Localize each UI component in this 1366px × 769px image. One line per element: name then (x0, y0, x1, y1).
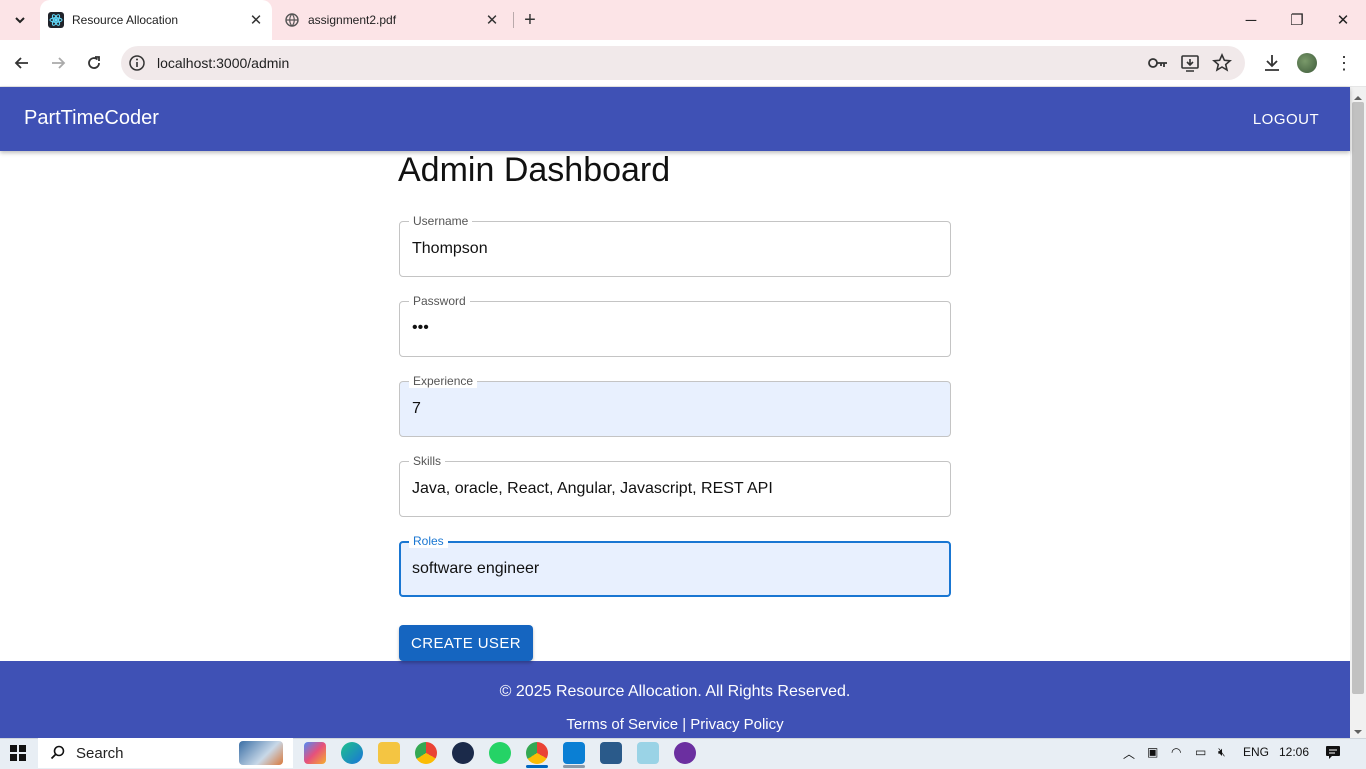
create-user-button[interactable]: CREATE USER (399, 625, 533, 661)
copilot-icon[interactable] (304, 742, 326, 764)
browser-menu-icon[interactable]: ⋮ (1335, 52, 1353, 74)
globe-icon (284, 12, 300, 28)
footer-links[interactable]: Terms of Service | Privacy Policy (0, 716, 1350, 733)
language-indicator[interactable]: ENG (1243, 745, 1269, 759)
eclipse-icon[interactable] (452, 742, 474, 764)
bookmark-star-icon[interactable] (1212, 53, 1232, 73)
reload-button[interactable] (80, 50, 108, 76)
page-title: Admin Dashboard (398, 151, 671, 189)
url-text[interactable]: localhost:3000/admin (157, 55, 289, 71)
chrome-active-icon[interactable] (526, 742, 548, 764)
new-tab-button[interactable]: + (518, 8, 542, 32)
taskbar-search[interactable]: Search (38, 738, 293, 768)
whatsapp-icon[interactable] (489, 742, 511, 764)
scrollbar-thumb[interactable] (1352, 102, 1364, 694)
roles-label: Roles (409, 534, 448, 548)
edge-icon[interactable] (341, 742, 363, 764)
site-info-icon[interactable] (128, 54, 146, 72)
file-explorer-icon[interactable] (378, 742, 400, 764)
password-label: Password (409, 294, 470, 308)
close-tab-icon[interactable]: ✕ (482, 11, 502, 29)
arrow-left-icon (14, 57, 28, 69)
battery-icon[interactable]: ▭ (1195, 745, 1206, 759)
search-icon (50, 745, 65, 760)
scroll-down-arrow-icon[interactable] (1353, 724, 1363, 734)
wifi-icon[interactable]: ◠ (1171, 745, 1181, 759)
username-label: Username (409, 214, 473, 228)
footer-copyright: © 2025 Resource Allocation. All Rights R… (499, 683, 851, 700)
logout-button[interactable]: LOGOUT (1242, 103, 1330, 135)
sql-developer-icon[interactable] (600, 742, 622, 764)
arrow-right-icon (52, 57, 66, 69)
scroll-up-arrow-icon[interactable] (1353, 90, 1363, 100)
experience-label: Experience (409, 374, 478, 388)
password-key-icon[interactable] (1147, 54, 1169, 72)
tab-title: Resource Allocation (72, 13, 179, 27)
notifications-icon[interactable] (1325, 745, 1341, 759)
tab-resource-allocation[interactable]: Resource Allocation ✕ (40, 0, 272, 40)
windows-start-icon[interactable] (10, 745, 26, 761)
chevron-up-icon[interactable]: ︿ (1123, 745, 1135, 762)
skills-label: Skills (409, 454, 446, 468)
github-desktop-icon[interactable] (674, 742, 696, 764)
notepad-icon[interactable] (637, 742, 659, 764)
tab-title: assignment2.pdf (308, 13, 397, 27)
react-icon (48, 12, 64, 28)
experience-value[interactable]: 7 (412, 400, 421, 418)
profile-avatar[interactable] (1297, 53, 1317, 73)
search-placeholder: Search (76, 744, 124, 762)
close-window-button[interactable]: ✕ (1320, 0, 1366, 40)
password-field[interactable] (399, 301, 951, 357)
address-bar[interactable] (121, 46, 1245, 80)
install-app-icon[interactable] (1180, 53, 1200, 73)
chrome-icon[interactable] (415, 742, 437, 764)
close-tab-icon[interactable]: ✕ (246, 11, 266, 29)
vscode-icon[interactable] (563, 742, 585, 764)
roles-value[interactable]: software engineer (412, 560, 539, 578)
reload-icon (88, 56, 100, 69)
back-button[interactable] (8, 50, 36, 76)
tab-divider (513, 12, 514, 28)
tab-assignment-pdf[interactable]: assignment2.pdf ✕ (276, 0, 508, 40)
minimize-button[interactable]: ─ (1228, 0, 1274, 40)
cricket-widget-icon (239, 741, 283, 765)
camera-icon[interactable]: ▣ (1147, 745, 1158, 759)
experience-field[interactable] (399, 381, 951, 437)
app-header (0, 87, 1350, 151)
volume-muted-icon[interactable]: 🔇︎ (1218, 745, 1226, 760)
clock-time[interactable]: 12:06 (1279, 745, 1309, 759)
tab-search-button[interactable] (8, 8, 32, 32)
chevron-down-icon (15, 17, 25, 24)
password-value[interactable]: ••• (412, 319, 429, 337)
forward-button[interactable] (44, 50, 72, 76)
skills-value[interactable]: Java, oracle, React, Angular, Javascript… (412, 480, 773, 498)
restore-button[interactable]: ❐ (1274, 0, 1320, 40)
download-icon[interactable] (1262, 53, 1282, 73)
brand-title[interactable]: PartTimeCoder (24, 107, 159, 130)
username-value[interactable]: Thompson (412, 240, 488, 258)
